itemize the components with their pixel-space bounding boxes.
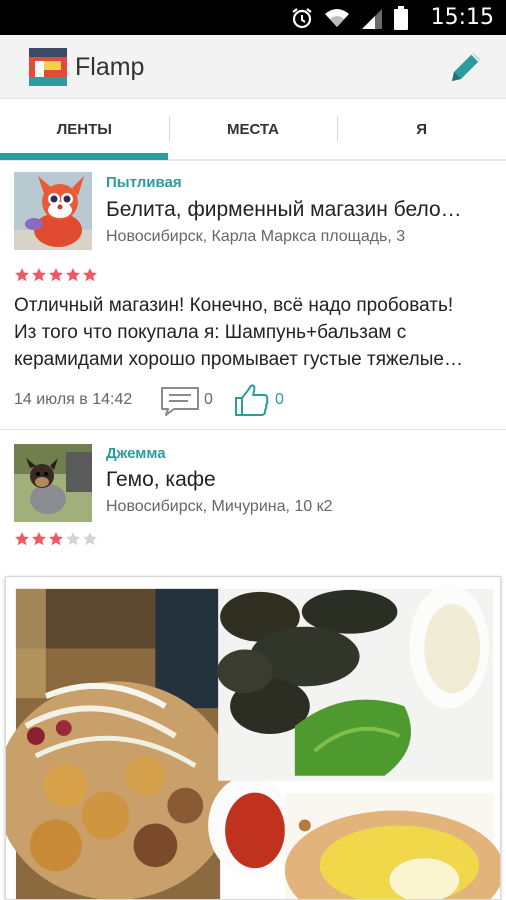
review-line: Отличный магазин! Конечно, всё надо проб… (14, 295, 454, 316)
photo-dolma (217, 584, 494, 781)
pencil-icon[interactable] (446, 47, 486, 87)
star-empty-icon (66, 532, 80, 546)
thumbs-up-icon[interactable] (234, 383, 270, 417)
signal-icon (362, 8, 382, 29)
star-filled-icon (66, 268, 80, 282)
place-name[interactable]: Гемо, кафе (106, 468, 496, 492)
review-line: Из того что покупала я: Шампунь+бальзам … (14, 322, 407, 343)
review-author[interactable]: Джемма (106, 445, 166, 462)
place-address: Новосибирск, Карла Маркса площадь, 3 (106, 228, 406, 245)
flamp-logo-icon (29, 48, 67, 86)
feed-card[interactable]: Джемма Гемо, кафе Новосибирск, Мичурина,… (0, 431, 506, 900)
feed-card[interactable]: Пытливая Белита, фирменный магазин бело…… (0, 161, 506, 430)
review-meta: 14 июля в 14:42 0 0 (14, 383, 494, 417)
place-address: Новосибирск, Мичурина, 10 к2 (106, 498, 333, 515)
tab-me[interactable]: Я (337, 99, 506, 159)
star-filled-icon (15, 268, 29, 282)
review-line: керамидами хорошо промывает густые тяжел… (14, 349, 463, 370)
app-title: Flamp (75, 53, 145, 81)
star-empty-icon (83, 532, 97, 546)
review-author[interactable]: Пытливая (106, 174, 182, 191)
tab-bar: ЛЕНТЫ МЕСТА Я (0, 99, 506, 161)
place-name[interactable]: Белита, фирменный магазин бело… (106, 198, 496, 222)
clock: 15:15 (430, 5, 494, 30)
star-filled-icon (32, 268, 46, 282)
battery-icon (394, 5, 408, 30)
comment-count: 0 (204, 391, 213, 408)
like-count: 0 (275, 391, 284, 408)
star-filled-icon (15, 532, 29, 546)
rating-stars (14, 531, 98, 547)
star-filled-icon (32, 532, 46, 546)
star-filled-icon (83, 268, 97, 282)
alarm-icon (292, 7, 312, 28)
tab-indicator (0, 153, 168, 160)
review-date: 14 июля в 14:42 (14, 391, 133, 408)
avatar (14, 444, 92, 522)
review-text[interactable]: Отличный магазин! Конечно, всё надо проб… (14, 292, 494, 373)
review-photo[interactable] (5, 576, 501, 900)
wifi-icon (325, 8, 349, 27)
avatar (14, 172, 92, 250)
app-bar: Flamp (0, 35, 506, 99)
tab-feeds[interactable]: ЛЕНТЫ (0, 99, 169, 159)
rating-stars (14, 267, 98, 283)
status-bar: 15:15 (0, 0, 506, 35)
star-filled-icon (49, 268, 63, 282)
tab-places[interactable]: МЕСТА (168, 99, 338, 159)
photo-khachapuri (284, 793, 500, 899)
star-filled-icon (49, 532, 63, 546)
comment-icon[interactable] (160, 386, 200, 416)
